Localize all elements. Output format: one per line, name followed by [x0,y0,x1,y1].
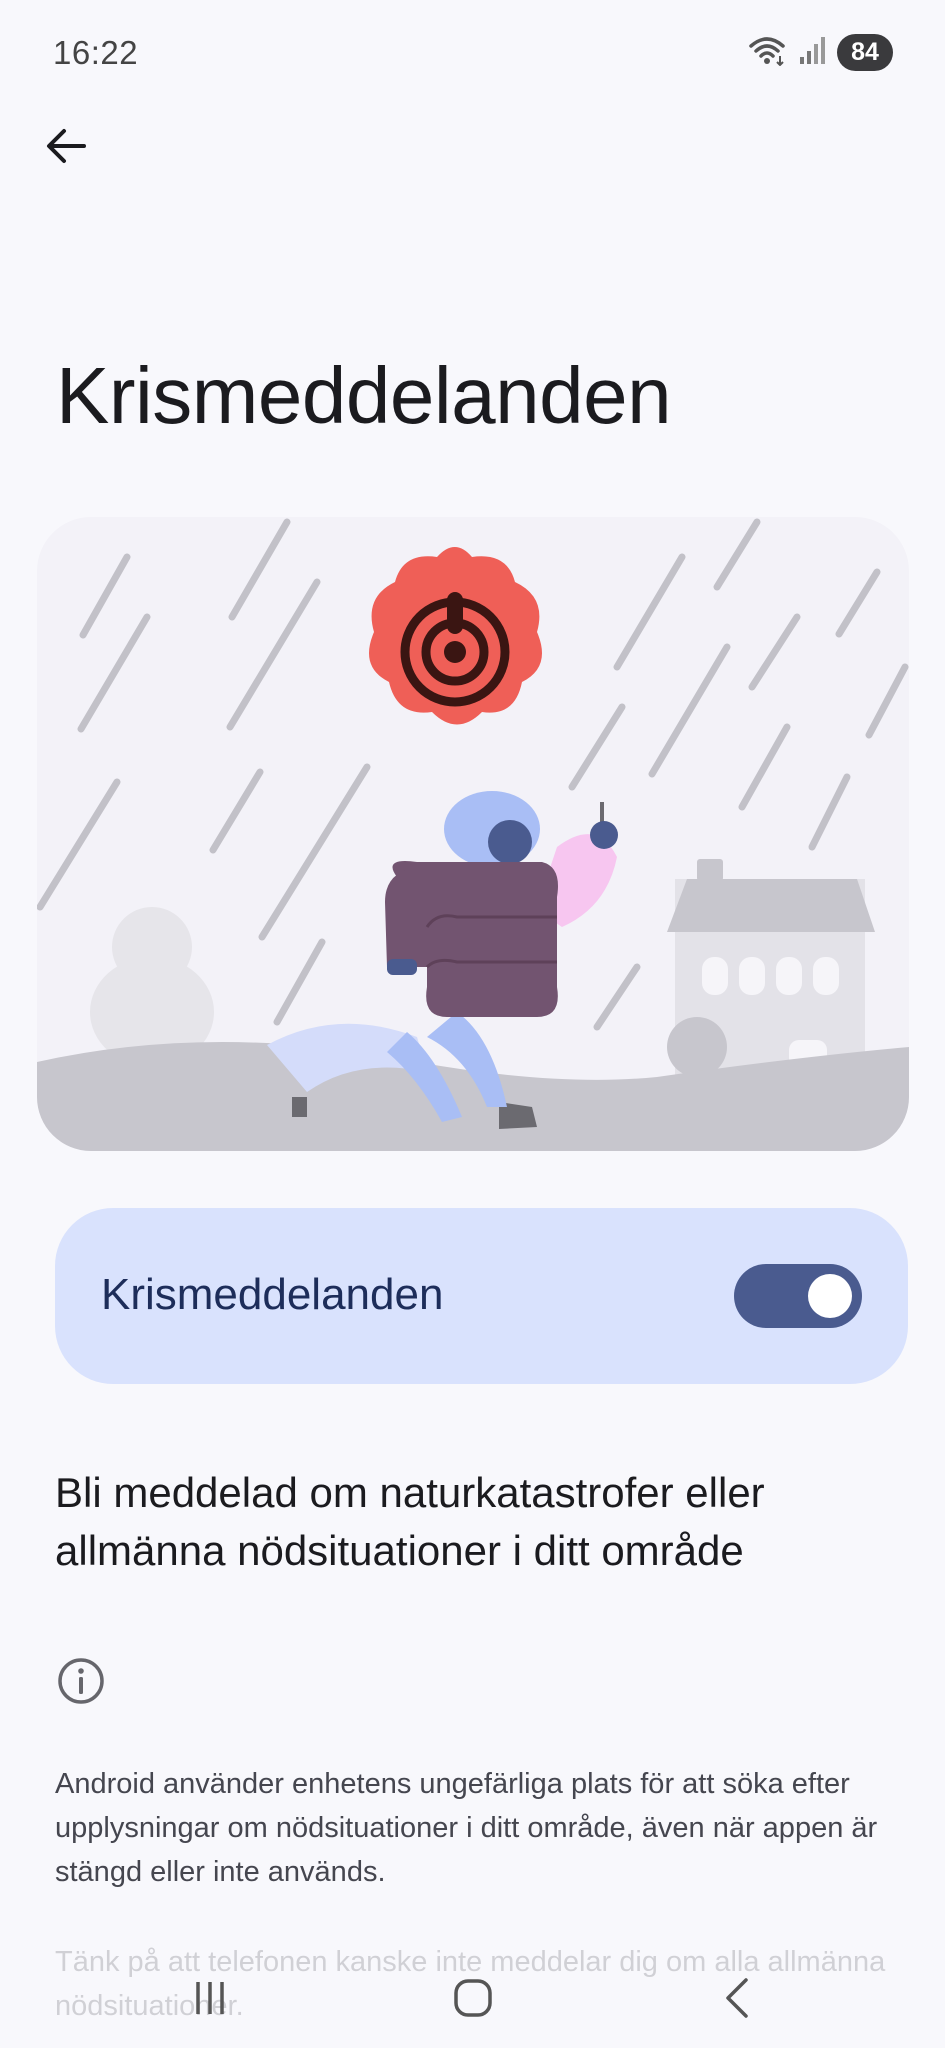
status-icons: 84 [747,34,893,71]
hero-illustration [37,517,909,1151]
back-icon [718,1976,758,2025]
info-icon [56,1656,106,1706]
recents-icon [190,1978,230,2023]
alerts-toggle-card[interactable]: Krismeddelanden [55,1208,908,1384]
battery-icon: 84 [837,34,893,71]
signal-icon [799,35,825,70]
home-icon [452,1977,494,2024]
recents-button[interactable] [170,1970,250,2030]
home-button[interactable] [433,1970,513,2030]
status-time: 16:22 [53,34,139,71]
back-button[interactable] [36,118,96,178]
alerts-switch[interactable] [734,1264,862,1328]
switch-thumb [808,1274,852,1318]
toggle-label: Krismeddelanden [101,1270,444,1319]
system-back-button[interactable] [698,1970,778,2030]
emergency-alert-icon [369,547,542,725]
summary-text: Bli meddelad om naturkatastrofer eller a… [55,1469,765,1574]
status-bar: 16:22 84 [0,0,945,110]
wifi-icon [747,34,787,71]
arrow-back-icon [44,126,88,171]
info-body-text: Android använder enhetens ungefärliga pl… [55,1768,878,1888]
page-title: Krismeddelanden [56,351,672,440]
navigation-bar [0,1960,945,2048]
